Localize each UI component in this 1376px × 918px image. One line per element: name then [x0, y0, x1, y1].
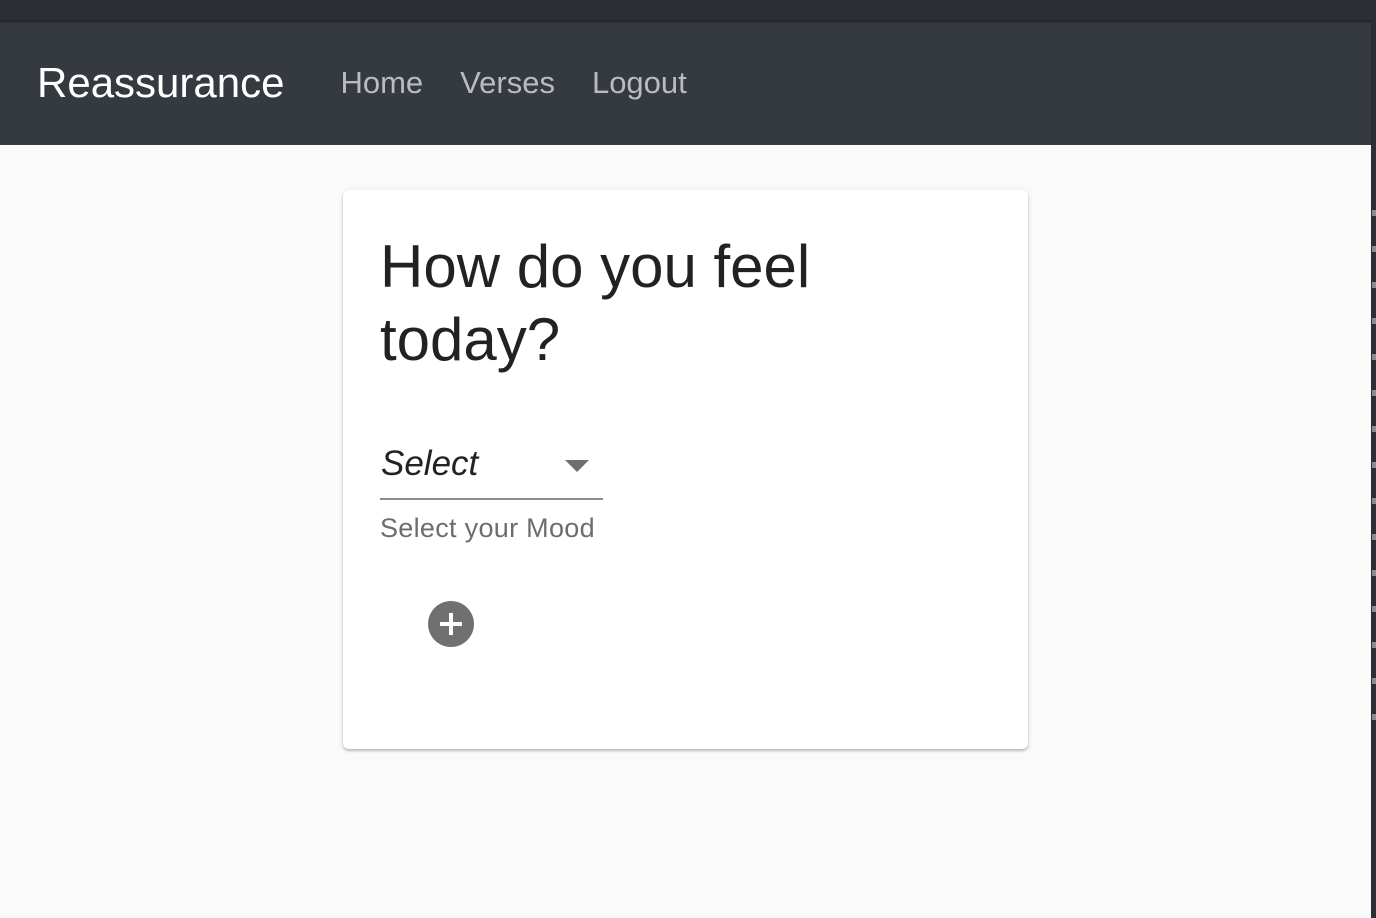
page-title: How do you feel today? [380, 233, 811, 373]
add-button[interactable] [428, 601, 474, 647]
navbar: Reassurance Home Verses Logout [0, 20, 1372, 145]
browser-top-strip [0, 0, 1376, 20]
mood-select-helper: Select your Mood [380, 513, 595, 543]
nav-links: Home Verses Logout [340, 65, 723, 101]
mood-select[interactable]: Select [380, 438, 603, 500]
nav-link-logout[interactable]: Logout [592, 65, 687, 101]
brand-link[interactable]: Reassurance [37, 61, 284, 104]
chevron-down-icon [565, 460, 589, 472]
plus-icon [440, 613, 462, 635]
app-page: Reassurance Home Verses Logout How do yo… [0, 0, 1376, 918]
navbar-shadow [0, 20, 1376, 24]
mood-card: How do you feel today? Select Select you… [343, 190, 1028, 749]
nav-link-verses[interactable]: Verses [460, 65, 555, 101]
window-right-edge-marks [1372, 180, 1376, 740]
nav-link-home[interactable]: Home [340, 65, 423, 101]
mood-select-value: Select [381, 444, 479, 483]
